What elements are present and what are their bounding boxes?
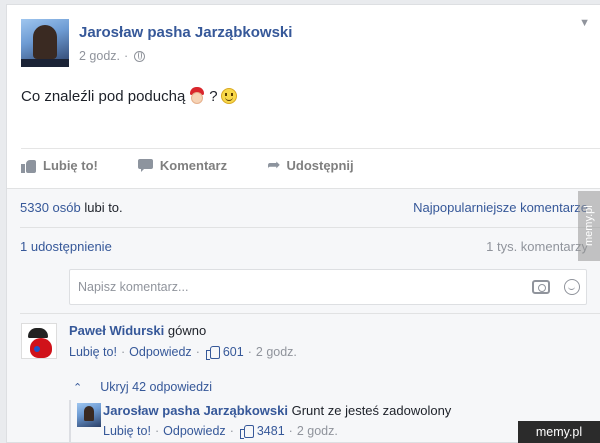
post-options-chevron-icon[interactable]: ▼ bbox=[579, 17, 590, 29]
comment-meta: Lubię to! · Odpowiedz · 601 · 2 godz. bbox=[69, 345, 297, 360]
caret-up-icon: ⌃ bbox=[73, 381, 83, 394]
thumbs-up-icon bbox=[21, 159, 37, 173]
comment-likes-count[interactable]: 601 bbox=[223, 345, 244, 359]
reply-author[interactable]: Jarosław pasha Jarząbkowski bbox=[103, 403, 288, 418]
comment-placeholder: Napisz komentarz... bbox=[78, 280, 189, 294]
hide-replies-toggle[interactable]: ⌃ Ukryj 42 odpowiedzi bbox=[73, 380, 212, 394]
reply-author-avatar[interactable] bbox=[77, 403, 101, 427]
post-author-name[interactable]: Jarosław pasha Jarząbkowski bbox=[79, 24, 292, 41]
shares-row: 1 udostępnienie 1 tys. komentarzy bbox=[20, 239, 588, 254]
like-button[interactable]: Lubię to! bbox=[21, 158, 98, 173]
comment-input[interactable]: Napisz komentarz... bbox=[69, 269, 587, 305]
meta-separator: · bbox=[124, 49, 129, 63]
post-time[interactable]: 2 godz. bbox=[79, 49, 120, 63]
hide-replies-label: Ukryj 42 odpowiedzi bbox=[100, 380, 213, 394]
comment-like-link[interactable]: Lubię to! bbox=[69, 345, 117, 359]
divider bbox=[21, 148, 600, 149]
comment-text: gówno bbox=[167, 323, 207, 338]
comment-author[interactable]: Paweł Widurski bbox=[69, 323, 164, 338]
reply-meta: Lubię to! · Odpowiedz · 3481 · 2 godz. bbox=[103, 424, 338, 439]
comment-sort-dropdown[interactable]: Najpopularniejsze komentarze bbox=[413, 200, 588, 215]
post-body: Co znaleźli pod poduchą ? bbox=[21, 87, 237, 105]
camera-icon[interactable] bbox=[532, 280, 550, 294]
thumbs-up-icon bbox=[239, 425, 254, 439]
likes-count-link[interactable]: 5330 osób bbox=[20, 200, 81, 215]
post-meta: 2 godz. · bbox=[79, 49, 146, 63]
comments-count: 1 tys. komentarzy bbox=[486, 239, 588, 254]
likes-row: 5330 osób lubi to. Najpopularniejsze kom… bbox=[20, 200, 588, 215]
post-question-mark: ? bbox=[209, 87, 218, 105]
shares-link[interactable]: 1 udostępnienie bbox=[20, 239, 112, 254]
commenter-avatar[interactable] bbox=[21, 323, 57, 359]
comment-button[interactable]: Komentarz bbox=[137, 158, 228, 173]
share-label: Udostępnij bbox=[286, 158, 354, 173]
corner-watermark: memy.pl bbox=[518, 421, 600, 443]
share-arrow-icon: ➦ bbox=[267, 156, 281, 174]
speech-bubble-icon bbox=[137, 158, 154, 173]
reply-like-link[interactable]: Lubię to! bbox=[103, 424, 151, 438]
reply-likes-count[interactable]: 3481 bbox=[257, 424, 285, 438]
globe-icon[interactable] bbox=[134, 50, 146, 62]
post-action-bar: Lubię to! Komentarz ➦ Udostępnij bbox=[21, 156, 354, 174]
likes-suffix: lubi to. bbox=[80, 200, 123, 215]
reply-time[interactable]: 2 godz. bbox=[297, 424, 338, 438]
share-button[interactable]: ➦ Udostępnij bbox=[267, 156, 354, 174]
likes-summary: 5330 osób lubi to. bbox=[20, 200, 123, 215]
santa-emoji-icon bbox=[188, 87, 206, 105]
author-avatar[interactable] bbox=[21, 19, 69, 67]
divider bbox=[20, 313, 600, 314]
like-label: Lubię to! bbox=[43, 158, 98, 173]
reply-text: Grunt ze jesteś zadowolony bbox=[291, 403, 452, 418]
comment-content: Paweł Widurski gówno bbox=[69, 323, 206, 338]
thumbs-up-icon bbox=[205, 346, 220, 360]
side-watermark: memy.pl bbox=[578, 191, 600, 261]
reply-content: Jarosław pasha Jarząbkowski Grunt ze jes… bbox=[103, 403, 451, 418]
reply-thread-line bbox=[69, 400, 71, 442]
comment-time[interactable]: 2 godz. bbox=[256, 345, 297, 359]
post-text: Co znaleźli pod poduchą bbox=[21, 87, 186, 105]
smiley-icon[interactable] bbox=[564, 279, 580, 295]
reply-reply-link[interactable]: Odpowiedz bbox=[163, 424, 226, 438]
smiley-emoji-icon bbox=[220, 88, 237, 104]
comment-input-icons bbox=[532, 279, 580, 295]
comment-label: Komentarz bbox=[159, 158, 228, 173]
divider bbox=[20, 227, 600, 228]
comment-reply-link[interactable]: Odpowiedz bbox=[129, 345, 192, 359]
post-card: ▼ Jarosław pasha Jarząbkowski 2 godz. · … bbox=[6, 4, 600, 443]
